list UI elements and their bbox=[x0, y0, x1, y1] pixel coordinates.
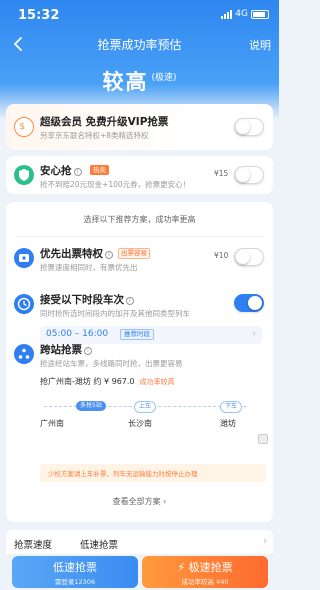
priority-subtitle: 抢票速度相同时，有票优先出 bbox=[40, 263, 138, 272]
vip-title: 超级会员 免费升级VIP抢票 bbox=[40, 116, 169, 128]
safe-price: ¥15 bbox=[214, 169, 229, 178]
success-rate-tag: (极速) bbox=[151, 73, 177, 83]
easy-badge: 出票容易 bbox=[118, 248, 150, 259]
network-label: 4G bbox=[235, 9, 248, 19]
route-info: 抢广州南-潍坊 约 ¥ 967.0 成功率较高 bbox=[40, 377, 175, 386]
safe-title: 安心抢 i bbox=[40, 163, 82, 178]
nav-bar: 抢票成功率预估 说明 bbox=[0, 30, 279, 58]
slow-button-sub: 需登录12306 bbox=[54, 578, 96, 586]
signal-icon bbox=[221, 9, 233, 19]
fast-button-label: ⚡ 极速抢票 bbox=[177, 561, 233, 574]
battery-icon bbox=[251, 9, 269, 19]
chevron-right-icon: › bbox=[263, 536, 267, 547]
time-slot-subtitle: 同时抢所选时间段内的加开及其他同类型列车 bbox=[40, 309, 190, 318]
station-start: 广州南 bbox=[40, 419, 64, 428]
svg-text:$: $ bbox=[20, 122, 25, 132]
board-pill: 上车 bbox=[134, 401, 157, 413]
cross-subtitle: 抢途经站车票，多线路同时抢，出票更容易 bbox=[40, 359, 183, 368]
fast-grab-button[interactable]: ⚡ 极速抢票 成功率较高 ¥40 bbox=[142, 556, 268, 588]
vip-toggle[interactable] bbox=[234, 118, 264, 136]
time-slot-title: 接受以下时段车次 i bbox=[40, 292, 134, 307]
hot-badge: 热卖 bbox=[90, 165, 109, 175]
speed-row[interactable]: 抢票速度 低速抢票 › bbox=[6, 530, 273, 554]
alight-pill: 下车 bbox=[220, 401, 243, 413]
success-label: 成功率较高 bbox=[139, 378, 175, 386]
station-mid: 长沙南 bbox=[128, 419, 152, 428]
cross-title: 跨站抢票 i bbox=[40, 342, 92, 357]
time-range: 05:00 – 16:00 bbox=[46, 329, 109, 339]
lightning-icon: ⚡ bbox=[177, 561, 189, 574]
vip-card[interactable]: $ 超级会员 免费升级VIP抢票 另享京东联名特权+8类精选特权 bbox=[6, 104, 273, 150]
safe-subtitle: 抢不到赔20元现金+100元券，抢票更安心！ bbox=[40, 180, 191, 189]
clock-icon bbox=[14, 294, 34, 314]
vip-subtitle: 另享京东联名特权+8类精选特权 bbox=[40, 131, 149, 140]
status-time: 15:32 bbox=[18, 8, 60, 23]
route-icon bbox=[14, 344, 34, 364]
success-rate-value: 较高 bbox=[102, 70, 149, 94]
time-slot-toggle[interactable] bbox=[234, 294, 264, 312]
safe-grab-card[interactable]: 安心抢 i 热卖 抢不到赔20元现金+100元券，抢票更安心！ ¥15 bbox=[6, 156, 273, 194]
station-end: 潍坊 bbox=[220, 419, 236, 428]
shield-icon bbox=[14, 165, 34, 185]
safe-toggle[interactable] bbox=[234, 166, 264, 184]
success-rate: 较高 (极速) bbox=[0, 66, 279, 96]
info-icon[interactable]: i bbox=[105, 251, 113, 259]
info-icon[interactable]: i bbox=[73, 168, 82, 176]
train-route-line: 多抢5站 上车 下车 广州南 长沙南 潍坊 bbox=[40, 398, 250, 428]
info-icon[interactable]: i bbox=[84, 347, 92, 355]
help-link[interactable]: 说明 bbox=[249, 37, 271, 53]
ticket-icon bbox=[14, 248, 34, 268]
priority-price: ¥10 bbox=[214, 251, 229, 260]
see-all-plans-link[interactable]: 查看全部方案 › bbox=[6, 496, 273, 507]
warning-box: 少检方案请上车补票，列车无运输能力时按停止办理 bbox=[40, 464, 266, 482]
route-checkbox[interactable] bbox=[258, 434, 268, 444]
page-title: 抢票成功率预估 bbox=[97, 38, 182, 52]
slow-button-label: 低速抢票 bbox=[53, 561, 97, 574]
chevron-right-icon: › bbox=[252, 329, 256, 339]
info-icon[interactable]: i bbox=[126, 297, 134, 305]
slow-grab-button[interactable]: 低速抢票 需登录12306 bbox=[12, 556, 138, 588]
speed-label: 抢票速度 bbox=[14, 540, 53, 551]
speed-value: 低速抢票 bbox=[80, 540, 119, 551]
status-icons: 4G bbox=[221, 9, 269, 19]
plan-tip: 选择以下推荐方案，成功率更高 bbox=[83, 215, 196, 224]
status-bar: 15:32 4G bbox=[0, 0, 279, 28]
recommend-tag: 推荐时段 bbox=[120, 329, 154, 340]
lightbulb-icon: $ bbox=[14, 117, 34, 137]
fast-button-sub: 成功率较高 ¥40 bbox=[181, 578, 229, 586]
priority-title: 优先出票特权 i bbox=[40, 246, 113, 261]
divider bbox=[16, 236, 263, 237]
warning-text: 少检方案请上车补票，列车无运输能力时按停止办理 bbox=[48, 470, 198, 478]
extra-stations-pill: 多抢5站 bbox=[76, 401, 106, 411]
recommend-plan-card: 选择以下推荐方案，成功率更高 优先出票特权 i 出票容易 抢票速度相同时，有票优先… bbox=[6, 202, 273, 522]
priority-toggle[interactable] bbox=[234, 248, 264, 266]
